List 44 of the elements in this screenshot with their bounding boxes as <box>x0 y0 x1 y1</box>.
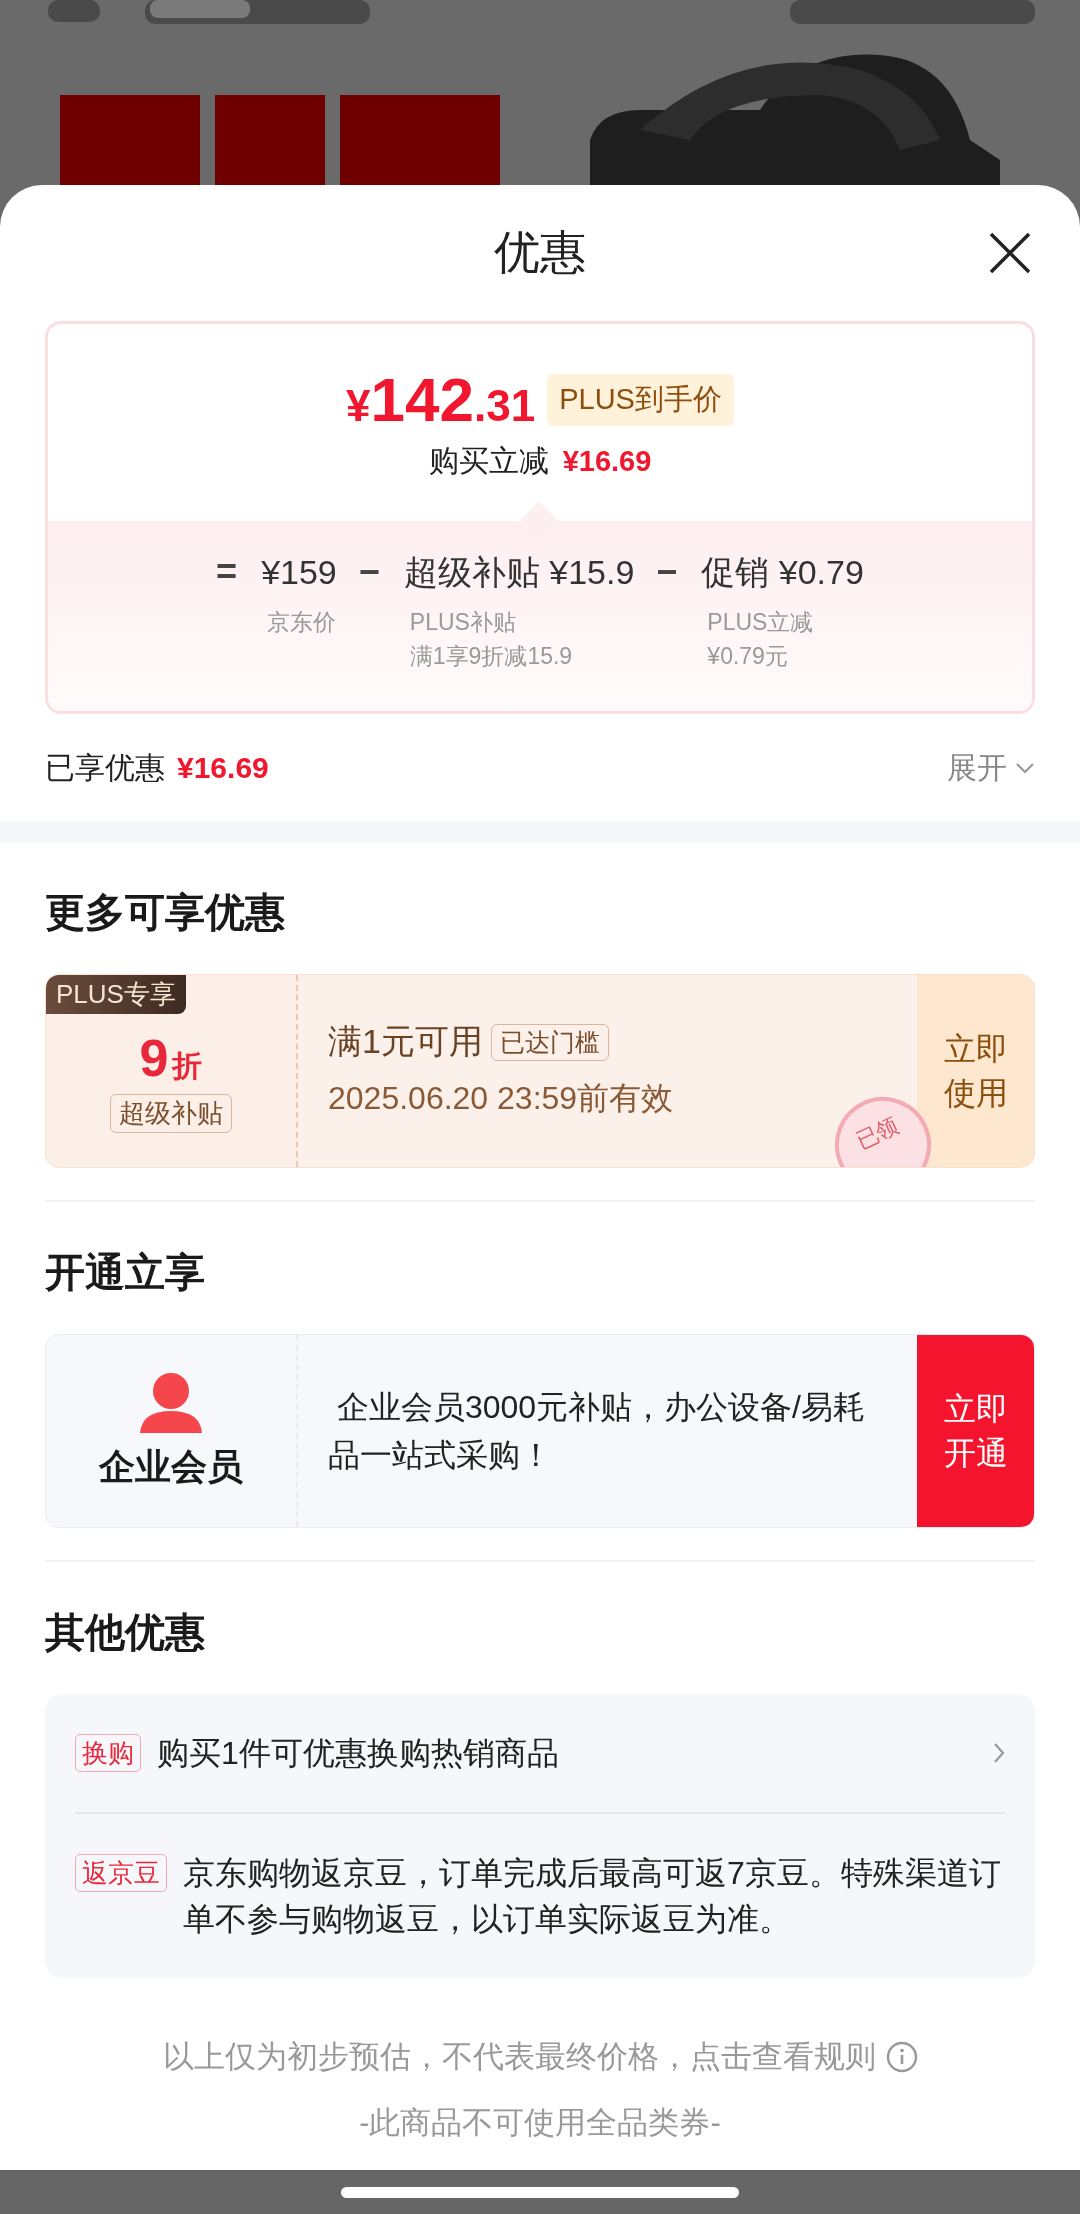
offer-text: 购买1件可优惠换购热销商品 <box>157 1734 560 1773</box>
price-badge: PLUS到手价 <box>547 373 734 426</box>
open-now-button[interactable]: 立即开通 <box>917 1335 1034 1527</box>
info-icon[interactable] <box>885 2040 918 2073</box>
enjoyed-label: 已享优惠 <box>45 749 165 786</box>
sheet-title: 优惠 <box>494 225 586 280</box>
instant-amount: ¥16.69 <box>562 445 652 478</box>
expand-link[interactable]: 展开 <box>947 747 1007 789</box>
breakdown-note: PLUS立减 <box>707 608 815 637</box>
breakdown-amount: 促销 ¥0.79 <box>701 552 864 593</box>
offer-tag: 返京豆 <box>75 1853 167 1892</box>
breakdown-amount: 超级补贴 ¥15.9 <box>403 552 635 593</box>
offer-text: 京东购物返京豆，订单完成后最高可返7京豆。特殊渠道订单不参与购物返豆，以订单实际返豆为准。 <box>183 1853 1002 1939</box>
section-heading: 更多可享优惠 <box>45 889 286 936</box>
section-heading: 开通立享 <box>45 1249 206 1296</box>
coupon-tag: PLUS专享 <box>46 975 186 1014</box>
coupon-validity: 2025.06.20 23:59前有效 <box>328 1079 675 1118</box>
disclaimer-text: 以上仅为初步预估，不代表最终价格，点击查看规则 <box>162 2037 876 2076</box>
operator: = <box>216 550 238 594</box>
breakdown-note: ¥0.79元 <box>707 642 789 671</box>
instant-label: 购买立减 <box>428 443 549 479</box>
operator: − <box>358 550 380 594</box>
final-price: ¥142.31 <box>346 364 536 435</box>
chevron-right-icon[interactable] <box>993 1742 1005 1764</box>
use-now-button[interactable]: 立即使用 <box>917 975 1034 1167</box>
coupon-type: 超级补贴 <box>110 1093 232 1133</box>
close-icon[interactable] <box>988 231 1032 275</box>
chevron-down-icon[interactable] <box>1015 762 1035 774</box>
breakdown-note: PLUS补贴 <box>409 608 517 637</box>
threshold-tag: 已达门槛 <box>490 1023 609 1061</box>
coupon-condition: 满1元可用 <box>328 1021 483 1062</box>
breakdown-note: 京东价 <box>267 608 337 637</box>
enjoyed-amount: ¥16.69 <box>177 751 269 785</box>
breakdown-amount: ¥159 <box>261 552 337 593</box>
offer-tag: 换购 <box>75 1734 141 1772</box>
membership-description: 企业会员3000元补贴，办公设备/易耗品一站式采购！ <box>328 1388 866 1475</box>
section-heading: 其他优惠 <box>45 1609 206 1656</box>
coupon-note: -此商品不可使用全品类券- <box>359 2103 721 2142</box>
home-indicator[interactable] <box>341 2186 739 2198</box>
discount-value: 9折 <box>139 1027 203 1088</box>
operator: − <box>656 550 678 594</box>
breakdown-note: 满1享9折减15.9 <box>409 642 574 671</box>
membership-name: 企业会员 <box>99 1444 243 1489</box>
person-icon <box>138 1370 204 1433</box>
